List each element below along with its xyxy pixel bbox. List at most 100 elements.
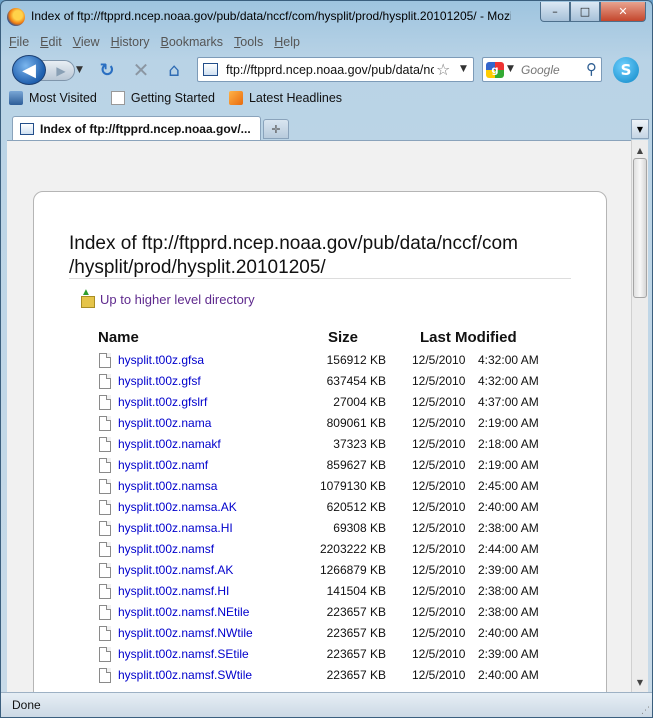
list-all-tabs-button[interactable]: ▼ [631,119,649,139]
table-row[interactable]: hysplit.t00z.gfsf 637454 KB 12/5/2010 4:32:… [34,371,608,392]
file-name-link[interactable]: hysplit.t00z.namsa.AK [118,500,237,514]
file-name-link[interactable]: hysplit.t00z.namsf [118,542,214,556]
file-name-link[interactable]: hysplit.t00z.gfsa [118,353,204,367]
file-name-link[interactable]: hysplit.t00z.nama [118,416,211,430]
table-row[interactable]: hysplit.t00z.namsf 2203222 KB 12/5/2010 2:4… [34,539,608,560]
file-icon [99,374,111,389]
table-row[interactable]: hysplit.t00z.namakf 37323 KB 12/5/2010 2:18… [34,434,608,455]
forward-arrow-icon: ▶ [56,63,66,78]
menu-help[interactable]: Help [274,35,300,49]
status-text: Done [12,698,41,712]
navigation-toolbar: ▶ ◀ ▼ ↻ ✕ ⌂ ftp://ftpprd.ncep.noaa.gov/p… [1,53,652,87]
menu-edit[interactable]: Edit [40,35,62,49]
table-row[interactable]: hysplit.t00z.namsf.AK 1266879 KB 12/5/2010… [34,560,608,581]
file-name-link[interactable]: hysplit.t00z.namsf.NEtile [118,605,249,619]
menu-tools[interactable]: Tools [234,35,263,49]
file-time: 2:19:00 AM [478,416,539,430]
file-size: 1079130 KB [319,479,386,493]
search-input[interactable]: Google [521,63,560,77]
file-icon [99,626,111,641]
file-time: 2:39:00 AM [478,647,539,661]
forward-button[interactable]: ▶ [41,60,75,81]
table-row[interactable]: hysplit.t00z.namsf.HI 141504 KB 12/5/2010 2… [34,581,608,602]
file-name-link[interactable]: hysplit.t00z.gfslrf [118,395,207,409]
file-name-link[interactable]: hysplit.t00z.gfsf [118,374,201,388]
bookmarks-toolbar: Most Visited Getting Started Latest Head… [9,91,342,105]
bookmark-label: Getting Started [130,91,215,105]
maximize-button[interactable]: □ [570,2,600,22]
table-row[interactable]: hysplit.t00z.gfsa 156912 KB 12/5/2010 4:32:… [34,350,608,371]
file-size: 859627 KB [326,458,386,472]
column-header-size[interactable]: Size [328,329,358,346]
back-button[interactable]: ◀ [12,55,46,85]
file-name-link[interactable]: hysplit.t00z.namsf.AK [118,563,233,577]
table-row[interactable]: hysplit.t00z.namf 859627 KB 12/5/2010 2:19:… [34,455,608,476]
bookmark-latest-headlines[interactable]: Latest Headlines [228,91,342,105]
vertical-scrollbar[interactable]: ▲ ▼ [631,140,648,692]
file-name-link[interactable]: hysplit.t00z.namsa.HI [118,521,233,535]
scroll-up-icon[interactable]: ▲ [632,142,648,158]
bookmark-star-icon[interactable]: ☆ [436,60,450,79]
table-row[interactable]: hysplit.t00z.gfslrf 27004 KB 12/5/2010 4:37… [34,392,608,413]
url-bar[interactable]: ftp://ftpprd.ncep.noaa.gov/pub/data/nccf… [197,57,474,82]
reload-icon[interactable]: ↻ [96,59,118,81]
table-row[interactable]: hysplit.t00z.namsf.SWtile 223657 KB 12/5/2… [34,665,608,686]
url-dropdown-icon[interactable]: ▼ [460,64,467,74]
bookmark-getting-started[interactable]: Getting Started [110,91,215,105]
search-engine-icon[interactable]: g [486,62,504,78]
close-button[interactable]: ✕ [600,2,646,22]
scroll-down-icon[interactable]: ▼ [632,674,648,690]
file-date: 12/5/2010 [412,374,466,388]
new-tab-button[interactable]: ✛ [263,119,289,139]
skype-icon[interactable]: S [613,57,639,83]
column-header-modified[interactable]: Last Modified [420,329,517,346]
file-time: 2:38:00 AM [478,584,539,598]
table-row[interactable]: hysplit.t00z.namsa.HI 69308 KB 12/5/2010 2:… [34,518,608,539]
column-header-name[interactable]: Name [98,329,139,346]
file-date: 12/5/2010 [412,584,466,598]
table-row[interactable]: hysplit.t00z.namsf.NWtile 223657 KB 12/5/2… [34,623,608,644]
file-date: 12/5/2010 [412,542,466,556]
file-name-link[interactable]: hysplit.t00z.namsf.SWtile [118,668,252,682]
file-icon [99,353,111,368]
file-size: 1266879 KB [319,563,386,577]
file-icon [99,437,111,452]
table-row[interactable]: hysplit.t00z.namsf.NEtile 223657 KB 12/5/2… [34,602,608,623]
table-row[interactable]: hysplit.t00z.nama 809061 KB 12/5/2010 2:19:… [34,413,608,434]
file-time: 2:19:00 AM [478,458,539,472]
file-date: 12/5/2010 [412,395,466,409]
menu-history[interactable]: History [111,35,150,49]
plus-icon: ✛ [271,122,281,136]
file-name-link[interactable]: hysplit.t00z.namsf.SEtile [118,647,249,661]
file-name-link[interactable]: hysplit.t00z.namsa [118,479,217,493]
url-text[interactable]: ftp://ftpprd.ncep.noaa.gov/pub/data/nccf… [226,63,434,77]
home-icon[interactable]: ⌂ [163,59,185,81]
resize-grip-icon[interactable]: ⋰ [641,706,650,716]
stop-icon[interactable]: ✕ [130,58,152,82]
file-icon [99,542,111,557]
file-icon [99,479,111,494]
file-name-link[interactable]: hysplit.t00z.namsf.HI [118,584,229,598]
file-name-link[interactable]: hysplit.t00z.namakf [118,437,221,451]
table-row[interactable]: hysplit.t00z.namsa.AK 620512 KB 12/5/2010 2… [34,497,608,518]
menu-file[interactable]: File [9,35,29,49]
table-row[interactable]: hysplit.t00z.namsf.SEtile 223657 KB 12/5/2… [34,644,608,665]
history-dropdown-icon[interactable]: ▼ [76,65,83,75]
search-icon[interactable]: ⚲ [586,60,597,78]
file-name-link[interactable]: hysplit.t00z.namsf.NWtile [118,626,253,640]
tab-ftp-index[interactable]: Index of ftp://ftpprd.ncep.noaa.gov/... [12,116,261,141]
bookmark-most-visited[interactable]: Most Visited [9,91,97,105]
menu-bookmarks[interactable]: Bookmarks [161,35,224,49]
minimize-button[interactable]: – [540,2,570,22]
directory-listing-card: Index of ftp://ftpprd.ncep.noaa.gov/pub/… [33,191,607,692]
up-directory-link[interactable]: Up to higher level directory [79,287,255,308]
table-row[interactable]: hysplit.t00z.namsa 1079130 KB 12/5/2010 2:4… [34,476,608,497]
file-date: 12/5/2010 [412,437,466,451]
search-bar[interactable]: g ▼ Google ⚲ [482,57,602,82]
scroll-thumb[interactable] [633,158,647,298]
file-size: 156912 KB [326,353,386,367]
search-engine-dropdown-icon[interactable]: ▼ [507,64,514,74]
file-date: 12/5/2010 [412,500,466,514]
menu-view[interactable]: View [73,35,100,49]
file-name-link[interactable]: hysplit.t00z.namf [118,458,208,472]
